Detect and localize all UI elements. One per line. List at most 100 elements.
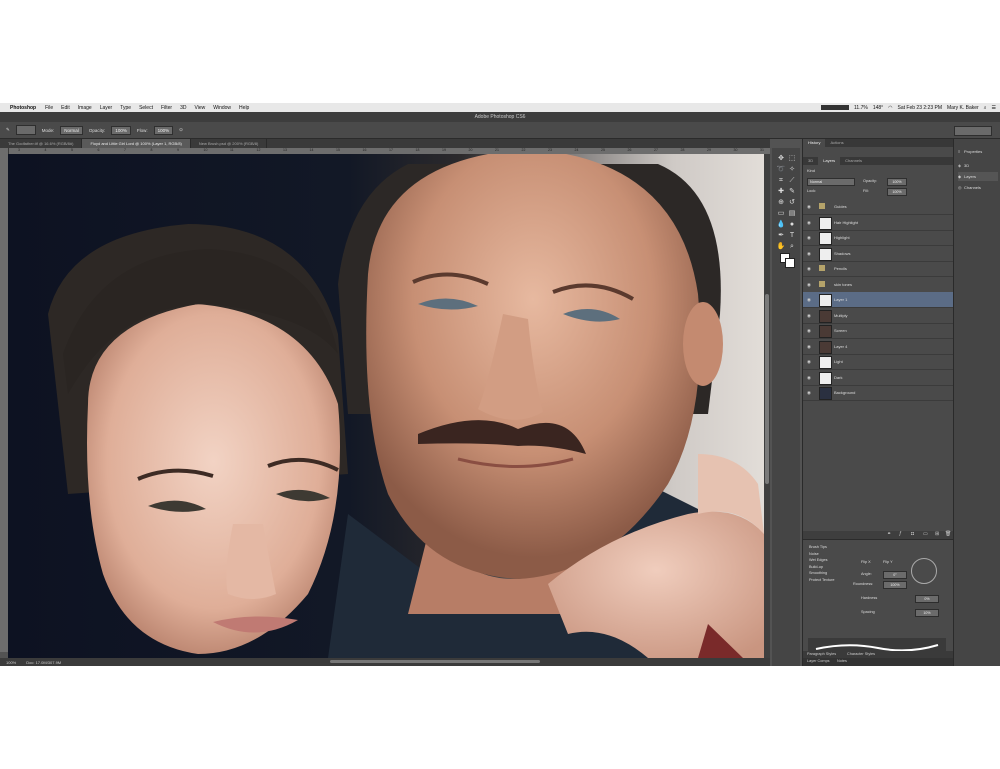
spacing-checkbox[interactable]: Spacing [861,610,875,614]
layer-row[interactable]: ◉ Layer 1 [803,292,953,308]
menu-layer[interactable]: Layer [100,105,113,111]
visibility-eye-icon[interactable]: ◉ [807,235,811,241]
brush-option[interactable]: Protect Texture [809,577,834,584]
tab-channels[interactable]: Channels [840,157,867,165]
layer-row[interactable]: ◉ Light [803,354,953,370]
hardness-field[interactable]: 0% [915,595,939,603]
vertical-scrollbar[interactable] [764,154,770,658]
visibility-eye-icon[interactable]: ◉ [807,266,811,272]
visibility-eye-icon[interactable]: ◉ [807,359,811,365]
crop-tool-icon[interactable]: ⌗ [776,176,786,186]
layer-row[interactable]: ◉ Dark [803,370,953,386]
zoom-tool-icon[interactable]: ⌕ [787,242,797,252]
doc-tab[interactable]: New Brush.psd @ 200% (RGB/8) [191,139,268,148]
angle-field[interactable]: 0° [883,571,907,579]
menu-select[interactable]: Select [139,105,153,111]
tab-3d[interactable]: 3D [803,157,818,165]
blur-tool-icon[interactable]: 💧 [776,220,786,230]
layer-row[interactable]: ◉ Shadows [803,246,953,262]
layer-row[interactable]: ◉ Highlight [803,230,953,246]
lasso-tool-icon[interactable]: ➰ [776,165,786,175]
wifi-icon[interactable]: ◠ [888,105,892,111]
blend-mode-select[interactable]: Normal [807,178,855,186]
layer-row[interactable]: ◉ Screen [803,323,953,339]
brush-tool-icon[interactable]: ✎ [787,187,797,197]
kind-filter[interactable]: Kind [807,168,815,173]
marquee-tool-icon[interactable]: ⬚ [787,154,797,164]
visibility-eye-icon[interactable]: ◉ [807,251,811,257]
clone-tool-icon[interactable]: ⊕ [776,198,786,208]
background-color-swatch[interactable] [785,258,795,268]
tab-notes[interactable]: Notes [837,659,847,663]
layer-opacity-field[interactable]: 100% [887,178,907,186]
layer-row[interactable]: ◉ Layer 4 [803,339,953,355]
visibility-eye-icon[interactable]: ◉ [807,297,811,303]
flow-field[interactable]: 100% [153,125,174,135]
menu-3d[interactable]: 3D [180,105,186,111]
image-canvas[interactable] [8,154,764,658]
menu-list-icon[interactable]: ☰ [992,105,996,111]
menu-window[interactable]: Window [213,105,231,111]
menu-edit[interactable]: Edit [61,105,70,111]
vertical-scroll-thumb[interactable] [765,294,769,484]
new-layer-icon[interactable]: ⊞ [935,531,939,537]
pen-tool-icon[interactable]: ✒ [776,231,786,241]
clock[interactable]: Sat Feb 23 2:23 PM [898,105,942,111]
mode-select[interactable]: Normal [60,125,83,135]
brush-tool-icon[interactable]: ✎ [6,127,10,133]
opacity-field[interactable]: 100% [111,125,131,135]
new-group-icon[interactable]: ▭ [923,531,928,537]
tab-history[interactable]: History [803,139,826,147]
visibility-eye-icon[interactable]: ◉ [807,282,811,288]
menu-image[interactable]: Image [78,105,92,111]
spacing-field[interactable]: 10% [915,609,939,617]
hand-tool-icon[interactable]: ✋ [776,242,786,252]
trash-icon[interactable]: 🗑 [945,531,951,537]
properties-panel-button[interactable]: ≡ Properties [958,147,998,156]
visibility-eye-icon[interactable]: ◉ [807,344,811,350]
link-layers-icon[interactable]: ⚭ [887,531,891,537]
layers-panel-button[interactable]: ◆ Layers [958,172,998,181]
tab-character-styles[interactable]: Character Styles [847,652,875,656]
airbrush-icon[interactable]: ⊙ [179,127,183,133]
doc-tab[interactable]: The Godfather.tif @ 16.6% (RGB/8#) [0,139,83,148]
layer-group-row[interactable]: ◉ Pencils [803,261,953,277]
user-name[interactable]: Mary K. Baker [947,105,979,111]
visibility-eye-icon[interactable]: ◉ [807,328,811,334]
menu-view[interactable]: View [195,105,206,111]
channels-panel-button[interactable]: ◎ Channels [958,183,998,192]
visibility-eye-icon[interactable]: ◉ [807,313,811,319]
layer-row[interactable]: ◉ Multiply [803,308,953,324]
eraser-tool-icon[interactable]: ▭ [776,209,786,219]
menu-filter[interactable]: Filter [161,105,172,111]
spotlight-icon[interactable]: ⌕ [984,105,987,111]
workspace-switcher[interactable] [954,126,992,136]
layer-row[interactable]: ◉ Hair Highlight [803,215,953,231]
eyedropper-tool-icon[interactable]: ⟋ [787,176,797,186]
flip-y-checkbox[interactable]: Flip Y [883,560,893,564]
history-brush-tool-icon[interactable]: ↺ [787,198,797,208]
horizontal-scroll-thumb[interactable] [330,660,540,663]
roundness-field[interactable]: 100% [883,581,907,589]
visibility-eye-icon[interactable]: ◉ [807,204,811,210]
tab-actions[interactable]: Actions [825,139,848,147]
zoom-level[interactable]: 100% [6,660,16,665]
visibility-eye-icon[interactable]: ◉ [807,375,811,381]
layer-fill-field[interactable]: 100% [887,188,907,196]
fx-icon[interactable]: ƒ [899,531,902,537]
move-tool-icon[interactable]: ✥ [776,154,786,164]
brush-preset-picker[interactable] [15,125,36,135]
type-tool-icon[interactable]: T [787,231,797,241]
mask-icon[interactable]: ◘ [911,531,914,537]
visibility-eye-icon[interactable]: ◉ [807,390,811,396]
dodge-tool-icon[interactable]: ● [787,220,797,230]
layer-group-row[interactable]: ◉ skin tones [803,277,953,293]
menu-help[interactable]: Help [239,105,249,111]
tab-paragraph-styles[interactable]: Paragraph Styles [807,652,836,656]
flip-x-checkbox[interactable]: Flip X [861,560,871,564]
gradient-tool-icon[interactable]: ▤ [787,209,797,219]
app-menu[interactable]: Photoshop [10,105,36,111]
layer-row[interactable]: ◉ Background [803,385,953,401]
brush-angle-dial[interactable] [911,558,937,584]
3d-panel-button[interactable]: ◈ 3D [958,161,998,170]
